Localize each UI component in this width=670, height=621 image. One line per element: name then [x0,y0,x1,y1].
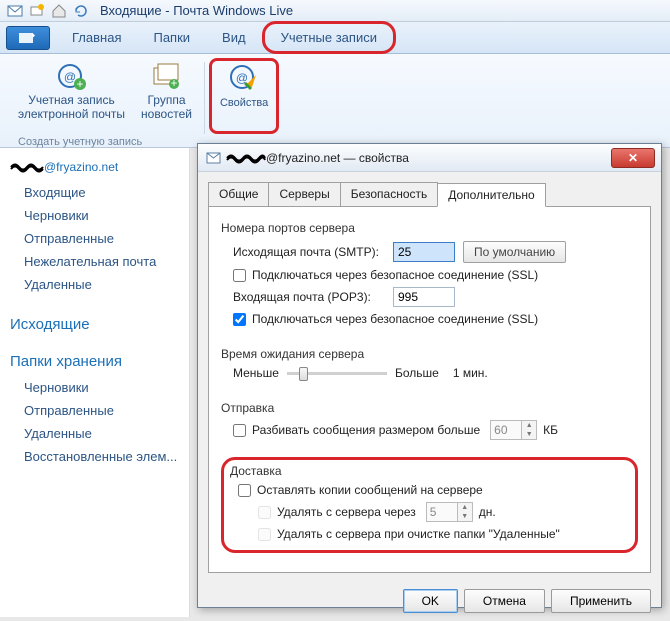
account-node[interactable]: @fryazino.net [10,158,179,175]
remove-after-label: Удалять с сервера через [277,505,416,519]
ribbon-btn-email-account[interactable]: @+ Учетная запись электронной почты [10,58,133,134]
leave-copy-label: Оставлять копии сообщений на сервере [257,483,483,497]
window-titlebar: Входящие - Почта Windows Live [0,0,670,22]
ribbon-tabs: Главная Папки Вид Учетные записи [0,22,670,54]
tab-folders[interactable]: Папки [137,24,206,51]
tab-view[interactable]: Вид [206,24,262,51]
remove-after-checkbox [258,506,271,519]
split-label: Разбивать сообщения размером больше [252,423,480,437]
ribbon-btn-newsgroup[interactable]: + Группа новостей [133,58,200,134]
smtp-label: Исходящая почта (SMTP): [233,245,393,259]
properties-dialog: @fryazino.net — свойства ✕ Общие Серверы… [197,143,662,608]
remove-on-delete-label: Удалять с сервера при очистке папки "Уда… [277,527,560,541]
dialog-pane: Номера портов сервера Исходящая почта (S… [208,207,651,573]
remove-after-unit: дн. [479,505,496,519]
svg-text:@: @ [63,70,75,84]
timeout-value: 1 мин. [453,366,488,380]
storage-restored[interactable]: Восстановленные элем... [8,445,181,468]
tab-home[interactable]: Главная [56,24,137,51]
smtp-ssl-checkbox[interactable] [233,269,246,282]
dlg-tab-general[interactable]: Общие [208,182,269,206]
remove-on-delete-checkbox [258,528,271,541]
folder-deleted[interactable]: Удаленные [8,273,181,296]
svg-text:+: + [171,76,178,90]
leave-copy-checkbox[interactable] [238,484,251,497]
storage-deleted[interactable]: Удаленные [8,422,181,445]
pop-label: Входящая почта (POP3): [233,290,393,304]
dialog-buttons: OK Отмена Применить [198,581,661,621]
dialog-titlebar: @fryazino.net — свойства ✕ [198,144,661,172]
dialog-title: @fryazino.net — свойства [206,150,409,166]
window-title: Входящие - Почта Windows Live [100,3,293,18]
ribbon-label-properties: Свойства [220,97,268,110]
mail-icon [7,3,23,19]
refresh-icon[interactable] [73,3,89,19]
dlg-tab-advanced[interactable]: Дополнительно [437,183,545,207]
tab-accounts[interactable]: Учетные записи [262,21,396,54]
cancel-button[interactable]: Отмена [464,589,545,613]
smtp-ssl-label: Подключаться через безопасное соединение… [252,268,538,282]
home-icon[interactable] [51,3,67,19]
pop-port-input[interactable] [393,287,455,307]
split-checkbox[interactable] [233,424,246,437]
folder-inbox[interactable]: Входящие [8,181,181,204]
pop-ssl-checkbox[interactable] [233,313,246,326]
ribbon-label-newsgroup: Группа новостей [141,94,192,122]
ok-button[interactable]: OK [403,589,458,613]
new-mail-icon[interactable] [29,3,45,19]
remove-after-spinner: ▲▼ [426,502,473,522]
ribbon-label-email-account: Учетная запись электронной почты [18,94,125,122]
split-unit: КБ [543,423,558,437]
timeout-less-label: Меньше [233,366,279,380]
smtp-port-input[interactable] [393,242,455,262]
section-storage[interactable]: Папки хранения [10,353,179,370]
section-outbox[interactable]: Исходящие [10,316,179,333]
send-legend: Отправка [221,401,638,415]
folder-tree: @fryazino.net Входящие Черновики Отправл… [0,148,190,617]
svg-text:+: + [76,77,83,91]
dlg-tab-servers[interactable]: Серверы [268,182,340,206]
delivery-legend: Доставка [230,464,629,478]
folder-junk[interactable]: Нежелательная почта [8,250,181,273]
ribbon-divider [204,62,205,134]
folder-sent[interactable]: Отправленные [8,227,181,250]
timeout-slider[interactable] [287,372,387,375]
split-size-spinner[interactable]: ▲▼ [490,420,537,440]
dlg-tab-security[interactable]: Безопасность [340,182,439,206]
storage-drafts[interactable]: Черновики [8,376,181,399]
pop-ssl-label: Подключаться через безопасное соединение… [252,312,538,326]
delivery-highlight: Доставка Оставлять копии сообщений на се… [221,457,638,553]
ports-legend: Номера портов сервера [221,221,638,235]
ribbon-btn-properties[interactable]: @ Свойства [209,58,279,134]
ribbon-group-create-account: @+ Учетная запись электронной почты + Гр… [10,58,279,147]
default-ports-button[interactable]: По умолчанию [463,241,566,263]
dialog-close-button[interactable]: ✕ [611,148,655,168]
storage-sent[interactable]: Отправленные [8,399,181,422]
ribbon: @+ Учетная запись электронной почты + Гр… [0,54,670,148]
timeout-more-label: Больше [395,366,439,380]
timeout-legend: Время ожидания сервера [221,347,638,361]
folder-drafts[interactable]: Черновики [8,204,181,227]
apply-button[interactable]: Применить [551,589,651,613]
dialog-tabs: Общие Серверы Безопасность Дополнительно [208,182,651,207]
app-menu-button[interactable] [6,26,50,50]
